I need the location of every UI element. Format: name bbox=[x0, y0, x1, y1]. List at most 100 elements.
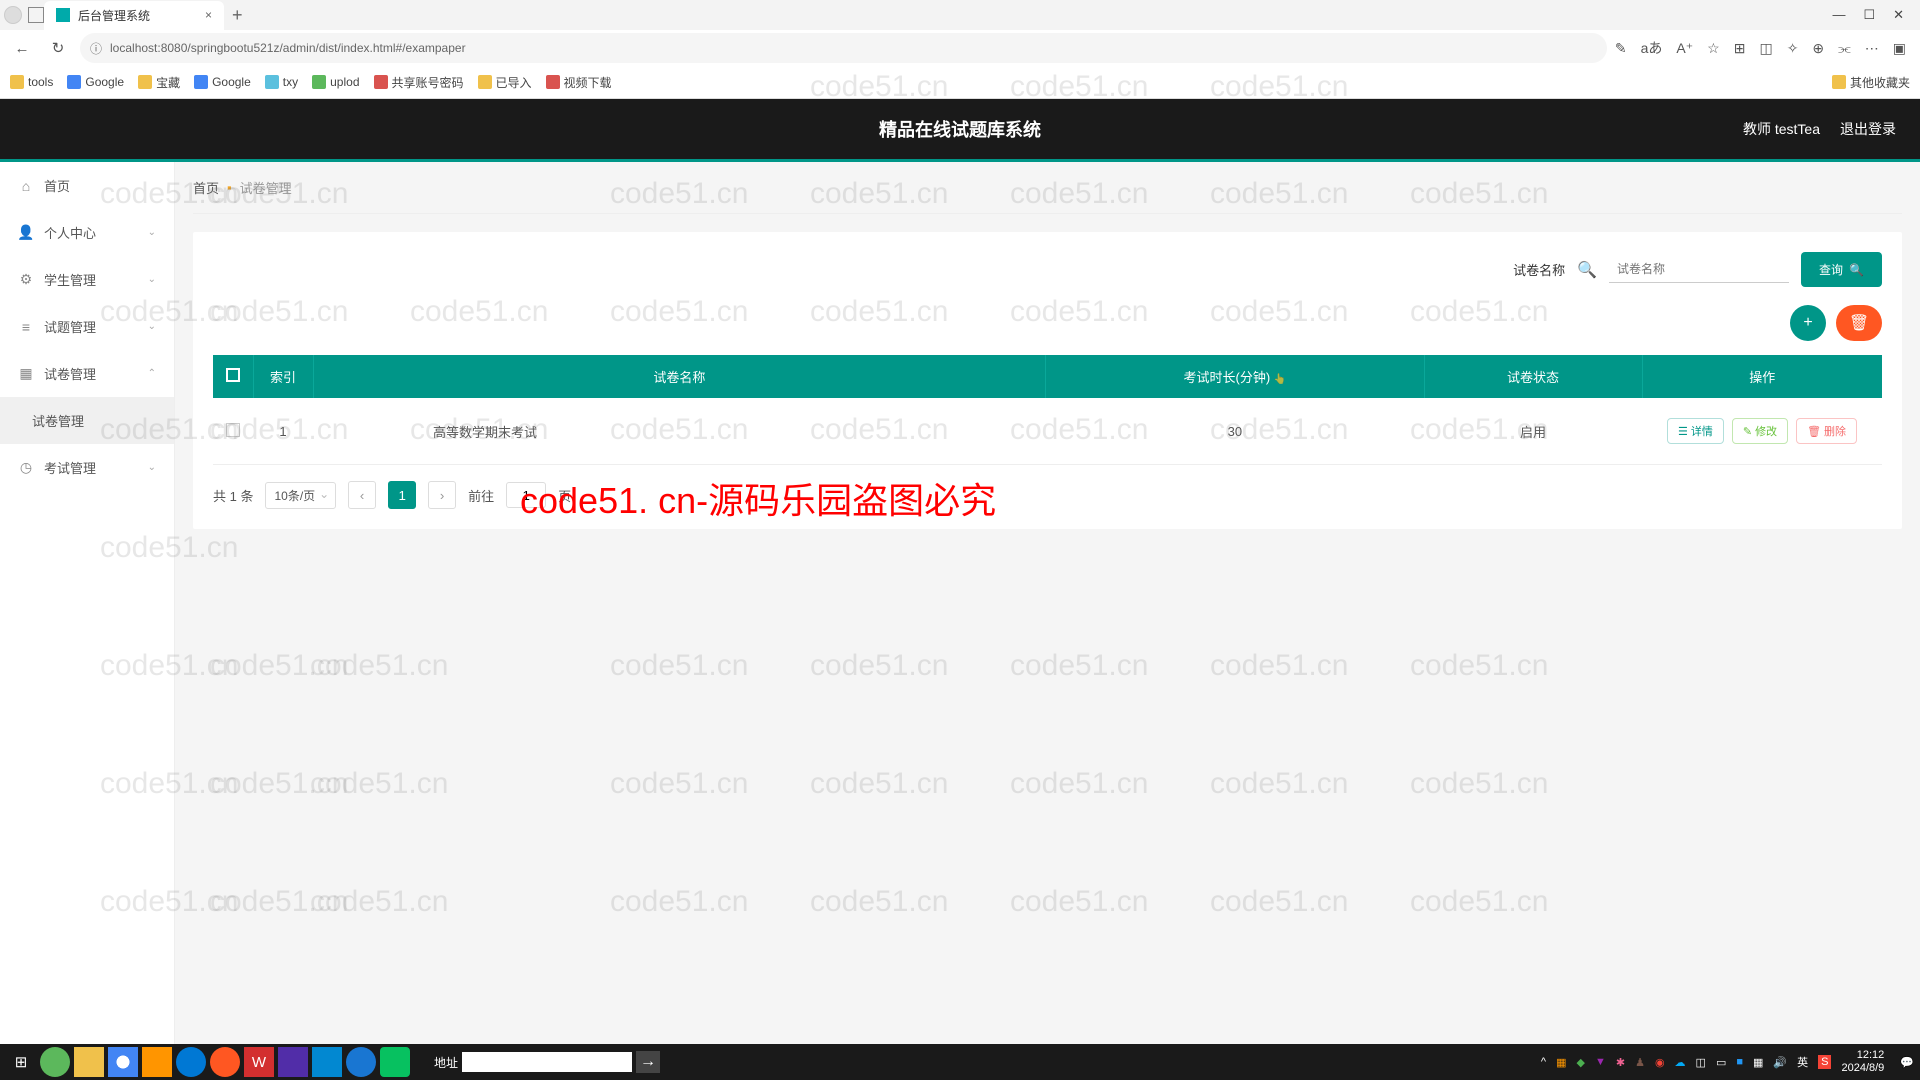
tray-volume-icon[interactable]: 🔊 bbox=[1773, 1056, 1787, 1069]
page-number-button[interactable]: 1 bbox=[388, 481, 416, 509]
taskbar-app[interactable] bbox=[346, 1047, 376, 1077]
profile-avatar[interactable] bbox=[4, 6, 22, 24]
per-page-select[interactable]: 10条/页 ⌄ bbox=[265, 482, 336, 509]
add-button[interactable]: + bbox=[1790, 305, 1826, 341]
taskbar-app[interactable] bbox=[312, 1047, 342, 1077]
sidebar-toggle-icon[interactable]: ▣ bbox=[1893, 40, 1906, 57]
sidebar-item-questions[interactable]: ≡ 试题管理 ⌄ bbox=[0, 303, 174, 350]
chevron-down-icon: ⌄ bbox=[148, 321, 156, 332]
tray-icon[interactable]: ▭ bbox=[1716, 1056, 1726, 1069]
tray-ime[interactable]: 英 bbox=[1797, 1054, 1808, 1070]
taskbar-wechat[interactable] bbox=[380, 1047, 410, 1077]
translate-icon[interactable]: aあ bbox=[1641, 38, 1663, 58]
detail-button[interactable]: ☰ 详情 bbox=[1667, 418, 1724, 444]
bookmark-item[interactable]: 共享账号密码 bbox=[374, 74, 464, 91]
workspace-icon[interactable] bbox=[28, 7, 44, 23]
taskbar-edge[interactable] bbox=[176, 1047, 206, 1077]
favorite-icon[interactable]: ☆ bbox=[1707, 40, 1720, 57]
more-icon[interactable]: ⋯ bbox=[1865, 40, 1879, 57]
list-icon: ≡ bbox=[18, 319, 34, 335]
sidebar-item-home[interactable]: ⌂ 首页 bbox=[0, 162, 174, 209]
taskbar-app[interactable] bbox=[142, 1047, 172, 1077]
cloud-icon bbox=[265, 75, 279, 89]
breadcrumb-current: 试卷管理 bbox=[240, 178, 292, 197]
sidebar-item-papers[interactable]: ▦ 试卷管理 ⌃ bbox=[0, 350, 174, 397]
sidebar-item-profile[interactable]: 👤 个人中心 ⌄ bbox=[0, 209, 174, 256]
col-actions: 操作 bbox=[1642, 355, 1882, 398]
breadcrumb-home[interactable]: 首页 bbox=[193, 178, 219, 197]
delete-button[interactable]: 🗑 删除 bbox=[1796, 418, 1857, 444]
checkbox-all[interactable] bbox=[226, 368, 240, 382]
new-tab-button[interactable]: + bbox=[224, 1, 251, 30]
search-input[interactable] bbox=[1609, 256, 1789, 283]
search-button[interactable]: 查询 🔍 bbox=[1801, 252, 1882, 287]
taskbar-address-input[interactable] bbox=[462, 1052, 632, 1072]
tray-icon[interactable]: ☁ bbox=[1675, 1056, 1686, 1069]
bookmark-item[interactable]: 视频下载 bbox=[546, 74, 612, 91]
taskbar-app[interactable] bbox=[210, 1047, 240, 1077]
prev-page-button[interactable]: ‹ bbox=[348, 481, 376, 509]
taskbar-app[interactable] bbox=[278, 1047, 308, 1077]
maximize-icon[interactable]: ☐ bbox=[1863, 7, 1875, 23]
home-icon: ⌂ bbox=[18, 178, 34, 194]
tray-icon[interactable]: ◉ bbox=[1655, 1056, 1665, 1069]
close-icon[interactable]: ✕ bbox=[1893, 7, 1904, 23]
taskbar-app[interactable] bbox=[40, 1047, 70, 1077]
taskbar-go-button[interactable]: → bbox=[636, 1051, 660, 1073]
bookmark-item[interactable]: 宝藏 bbox=[138, 74, 180, 91]
tray-icon[interactable]: ^ bbox=[1541, 1056, 1546, 1068]
taskbar-app[interactable]: W bbox=[244, 1047, 274, 1077]
row-checkbox[interactable] bbox=[226, 423, 240, 437]
minimize-icon[interactable]: — bbox=[1832, 7, 1845, 23]
bookmark-item[interactable]: tools bbox=[10, 75, 53, 89]
sidebar-subitem-papers[interactable]: 试卷管理 bbox=[0, 397, 174, 444]
taskbar-chrome[interactable] bbox=[108, 1047, 138, 1077]
tray-icon[interactable]: ▦ bbox=[1556, 1056, 1566, 1069]
address-bar[interactable]: ⓘ localhost:8080/springbootu521z/admin/d… bbox=[80, 33, 1607, 63]
link-icon[interactable]: ⫘ bbox=[1838, 40, 1851, 57]
taskbar-address-label: 地址 bbox=[434, 1054, 458, 1071]
key-icon bbox=[374, 75, 388, 89]
tray-icon[interactable]: ♟ bbox=[1635, 1056, 1645, 1069]
bookmark-item[interactable]: 已导入 bbox=[478, 74, 532, 91]
tray-icon[interactable]: ◫ bbox=[1696, 1056, 1706, 1069]
tray-icon[interactable]: ■ bbox=[1736, 1056, 1743, 1068]
split-icon[interactable]: ◫ bbox=[1759, 40, 1772, 57]
back-button[interactable]: ← bbox=[8, 34, 36, 62]
tray-icon[interactable]: ◆ bbox=[1576, 1056, 1584, 1069]
sidebar-item-exams[interactable]: ◷ 考试管理 ⌄ bbox=[0, 444, 174, 491]
text-size-icon[interactable]: A⁺ bbox=[1676, 40, 1693, 57]
chevron-down-icon: ⌄ bbox=[148, 274, 156, 285]
tray-icon[interactable]: ▦ bbox=[1753, 1056, 1763, 1069]
bookmark-item[interactable]: Google bbox=[67, 75, 124, 89]
edit-icon[interactable]: ✎ bbox=[1615, 40, 1627, 57]
extensions-icon[interactable]: ⊞ bbox=[1734, 40, 1746, 57]
app-icon[interactable]: ⊕ bbox=[1812, 40, 1824, 57]
logout-button[interactable]: 退出登录 bbox=[1840, 119, 1896, 139]
browser-tab[interactable]: 后台管理系统 × bbox=[44, 1, 224, 30]
user-label[interactable]: 教师 testTea bbox=[1743, 119, 1820, 139]
collections-icon[interactable]: ✧ bbox=[1787, 40, 1799, 57]
jump-page-input[interactable] bbox=[506, 482, 546, 508]
bulk-delete-button[interactable]: 🗑 bbox=[1836, 305, 1882, 341]
notifications-icon[interactable]: 💬 bbox=[1900, 1056, 1914, 1069]
col-duration[interactable]: 考试时长(分钟) 👆 bbox=[1046, 355, 1424, 398]
col-checkbox bbox=[213, 355, 253, 398]
bookmark-item[interactable]: Google bbox=[194, 75, 251, 89]
next-page-button[interactable]: › bbox=[428, 481, 456, 509]
tab-close-icon[interactable]: × bbox=[205, 8, 212, 22]
sidebar-item-students[interactable]: ⚙ 学生管理 ⌄ bbox=[0, 256, 174, 303]
edit-button[interactable]: ✎ 修改 bbox=[1732, 418, 1788, 444]
tray-icon[interactable]: ▼ bbox=[1595, 1056, 1606, 1068]
bookmark-item[interactable]: uplod bbox=[312, 75, 359, 89]
tray-icon[interactable]: ✱ bbox=[1616, 1056, 1625, 1069]
bookmark-other[interactable]: 其他收藏夹 bbox=[1832, 74, 1910, 91]
start-button[interactable]: ⊞ bbox=[6, 1047, 36, 1077]
bookmark-item[interactable]: txy bbox=[265, 75, 298, 89]
taskbar-clock[interactable]: 12:12 2024/8/9 bbox=[1841, 1049, 1890, 1075]
tray-icon[interactable]: S bbox=[1818, 1055, 1831, 1069]
taskbar-explorer[interactable] bbox=[74, 1047, 104, 1077]
refresh-button[interactable]: ↻ bbox=[44, 34, 72, 62]
breadcrumb: 首页 ▪ 试卷管理 bbox=[193, 162, 1902, 214]
info-icon[interactable]: ⓘ bbox=[90, 40, 102, 57]
